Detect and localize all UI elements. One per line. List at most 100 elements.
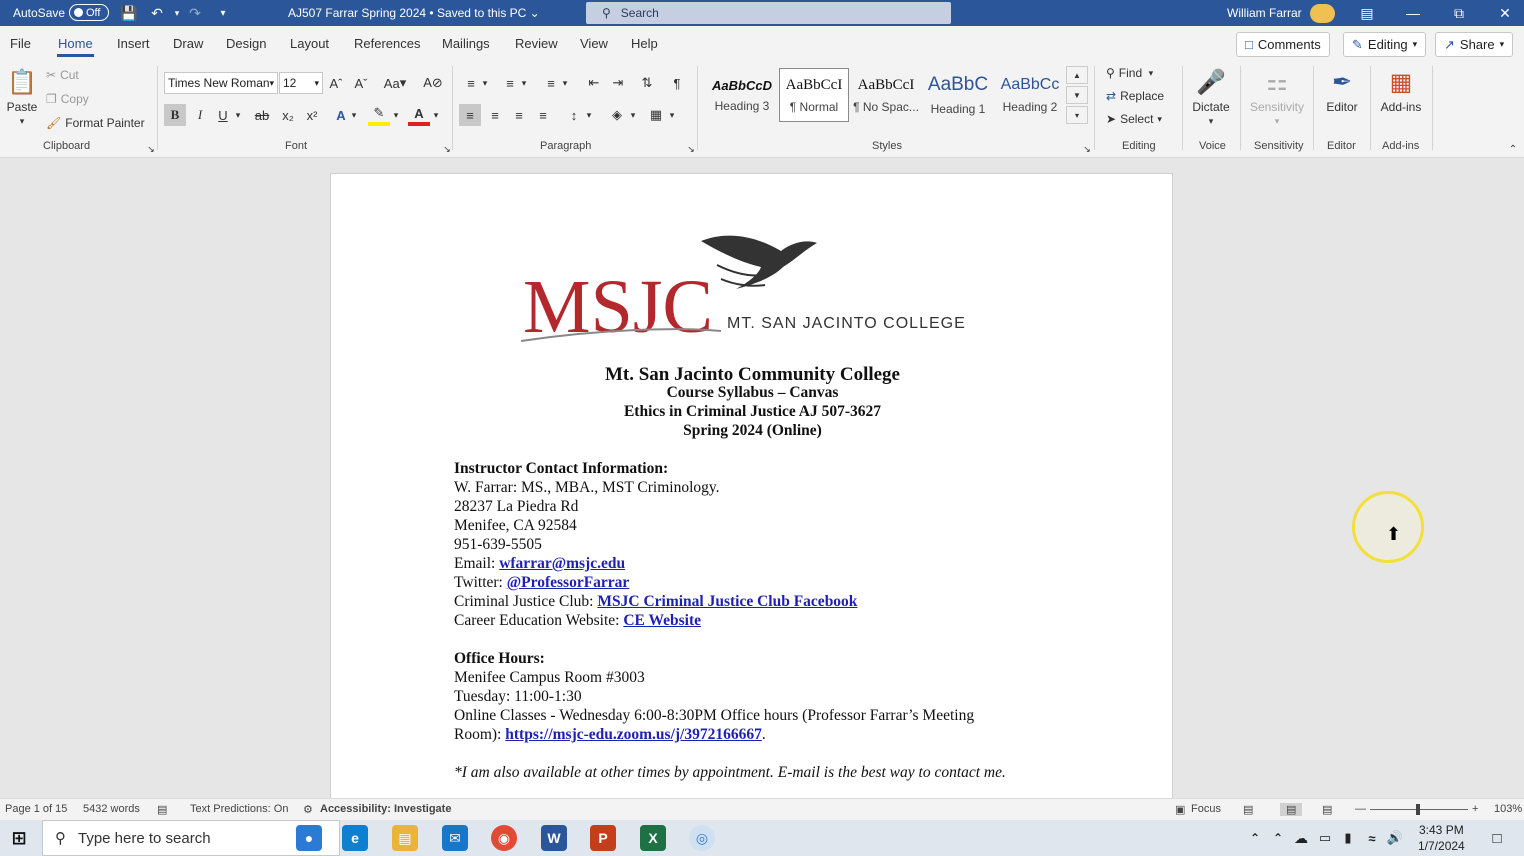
email-link[interactable]: wfarrar@msjc.edu	[499, 555, 625, 572]
web-layout-icon[interactable]: ▤	[1322, 803, 1332, 816]
proofing-icon[interactable]: ▤	[157, 803, 167, 816]
line-spacing-dropdown-icon[interactable]: ▾	[582, 104, 596, 126]
avatar[interactable]	[1310, 4, 1335, 23]
save-icon[interactable]: 💾	[118, 0, 140, 26]
font-family-select[interactable]: Times New Roman ▾	[164, 72, 278, 94]
borders-icon[interactable]: ▦	[645, 104, 667, 126]
clear-formatting-icon[interactable]: A⊘	[422, 72, 444, 94]
text-effects-dropdown-icon[interactable]: ▾	[347, 104, 361, 126]
underline-dropdown-icon[interactable]: ▾	[231, 104, 245, 126]
tab-view[interactable]: View	[580, 36, 608, 51]
subscript-button[interactable]: x₂	[277, 104, 299, 126]
excel-icon[interactable]: X	[640, 825, 666, 851]
restore-icon[interactable]: ⧉	[1436, 0, 1482, 26]
document-area[interactable]: MSJC MT. SAN JACINTO COLLEGE Mt. San Jac…	[0, 158, 1524, 798]
document-page[interactable]: MSJC MT. SAN JACINTO COLLEGE Mt. San Jac…	[330, 173, 1173, 798]
styles-more-icon[interactable]: ▾	[1066, 106, 1088, 124]
tab-review[interactable]: Review	[515, 36, 558, 51]
shading-dropdown-icon[interactable]: ▾	[626, 104, 640, 126]
font-size-select[interactable]: 12 ▾	[279, 72, 323, 94]
autosave-toggle[interactable]: Off	[69, 4, 109, 21]
copilot-icon[interactable]: ●	[296, 825, 322, 851]
tab-mailings[interactable]: Mailings	[442, 36, 490, 51]
decrease-indent-icon[interactable]: ⇤	[583, 72, 605, 94]
editor-button[interactable]: ✒ Editor	[1320, 66, 1364, 115]
style-heading-3[interactable]: AaBbCcD Heading 3	[707, 68, 777, 122]
justify-icon[interactable]: ≡	[532, 104, 554, 126]
paste-button[interactable]: 📋 Paste ▾	[6, 66, 38, 127]
cut-button[interactable]: ✂ Cut	[46, 68, 79, 82]
copy-button[interactable]: ❐ Copy	[46, 92, 89, 106]
page-count[interactable]: Page 1 of 15	[5, 803, 67, 815]
minimize-icon[interactable]: —	[1390, 0, 1436, 26]
styles-scroll-down-icon[interactable]: ▼	[1066, 86, 1088, 104]
share-button[interactable]: ↗ Share ▾	[1435, 32, 1514, 57]
ribbon-display-icon[interactable]: ▤	[1344, 0, 1390, 26]
superscript-button[interactable]: x²	[301, 104, 323, 126]
show-formatting-icon[interactable]: ¶	[666, 72, 688, 94]
shrink-font-icon[interactable]: Aˇ	[350, 72, 372, 94]
tab-references[interactable]: References	[354, 36, 420, 51]
onedrive-icon[interactable]: ☁	[1288, 825, 1314, 851]
tab-layout[interactable]: Layout	[290, 36, 329, 51]
focus-button[interactable]: Focus	[1191, 803, 1221, 815]
zoom-level[interactable]: 103%	[1494, 803, 1522, 815]
paragraph-launcher-icon[interactable]: ↘	[680, 138, 702, 160]
ce-website-link[interactable]: CE Website	[623, 612, 701, 629]
bullets-dropdown-icon[interactable]: ▾	[478, 72, 492, 94]
accessibility-status[interactable]: Accessibility: Investigate	[320, 803, 451, 815]
bold-button[interactable]: B	[164, 104, 186, 126]
addins-button[interactable]: ▦ Add-ins	[1378, 66, 1424, 115]
zoom-link[interactable]: https://msjc-edu.zoom.us/j/3972166667	[505, 726, 762, 743]
style-normal[interactable]: AaBbCcI ¶ Normal	[779, 68, 849, 122]
borders-dropdown-icon[interactable]: ▾	[665, 104, 679, 126]
align-left-icon[interactable]: ≡	[459, 104, 481, 126]
sort-icon[interactable]: ⇅	[636, 72, 658, 94]
change-case-button[interactable]: Aa ▾	[380, 72, 410, 94]
style-no-spacing[interactable]: AaBbCcI ¶ No Spac...	[851, 68, 921, 122]
align-right-icon[interactable]: ≡	[508, 104, 530, 126]
read-mode-icon[interactable]: ▤	[1243, 803, 1253, 816]
editing-mode-button[interactable]: ✎ Editing ▾	[1343, 32, 1427, 57]
tab-file[interactable]: File	[10, 36, 31, 51]
font-launcher-icon[interactable]: ↘	[436, 138, 458, 160]
select-button[interactable]: ➤ Select ▾	[1106, 112, 1162, 126]
tab-insert[interactable]: Insert	[117, 36, 150, 51]
system-clock[interactable]: 3:43 PM 1/7/2024	[1418, 822, 1465, 854]
tab-draw[interactable]: Draw	[173, 36, 203, 51]
sensitivity-button[interactable]: ⚏ Sensitivity ▾	[1247, 66, 1307, 127]
zoom-out-icon[interactable]: —	[1355, 803, 1366, 815]
comments-button[interactable]: □ Comments	[1236, 32, 1330, 57]
dictate-button[interactable]: 🎤 Dictate ▾	[1190, 66, 1232, 127]
tab-help[interactable]: Help	[631, 36, 658, 51]
style-heading-2[interactable]: AaBbCc Heading 2	[995, 68, 1065, 122]
windows-start-icon[interactable]: ⊞	[6, 825, 32, 851]
multilevel-dropdown-icon[interactable]: ▾	[558, 72, 572, 94]
club-facebook-link[interactable]: MSJC Criminal Justice Club Facebook	[597, 593, 857, 610]
notifications-icon[interactable]: □	[1484, 825, 1510, 851]
volume-icon[interactable]: 🔊	[1382, 825, 1408, 851]
shading-icon[interactable]: ◈	[606, 104, 628, 126]
numbering-dropdown-icon[interactable]: ▾	[517, 72, 531, 94]
collapse-ribbon-icon[interactable]: ⌃	[1502, 138, 1524, 160]
font-color-dropdown-icon[interactable]: ▾	[429, 104, 443, 126]
highlight-icon[interactable]: ✎	[368, 104, 390, 126]
search-box[interactable]: ⚲ Search	[586, 2, 951, 24]
edge-icon[interactable]: e	[342, 825, 368, 851]
increase-indent-icon[interactable]: ⇥	[607, 72, 629, 94]
align-center-icon[interactable]: ≡	[484, 104, 506, 126]
tab-home[interactable]: Home	[57, 36, 94, 57]
undo-icon[interactable]: ↶	[146, 0, 168, 26]
screen-recorder-icon[interactable]: ◎	[689, 825, 715, 851]
print-layout-icon[interactable]: ▤	[1280, 803, 1303, 816]
italic-button[interactable]: I	[189, 104, 211, 126]
font-color-icon[interactable]: A	[408, 104, 430, 126]
zoom-slider-thumb[interactable]	[1416, 804, 1420, 815]
clipboard-launcher-icon[interactable]: ↘	[140, 138, 162, 160]
twitter-link[interactable]: @ProfessorFarrar	[507, 574, 630, 591]
strikethrough-button[interactable]: ab	[251, 104, 273, 126]
word-count[interactable]: 5432 words	[83, 803, 140, 815]
customize-toolbar-icon[interactable]: ▾	[212, 0, 234, 26]
file-explorer-icon[interactable]: ▤	[392, 825, 418, 851]
zoom-in-icon[interactable]: +	[1472, 803, 1478, 815]
